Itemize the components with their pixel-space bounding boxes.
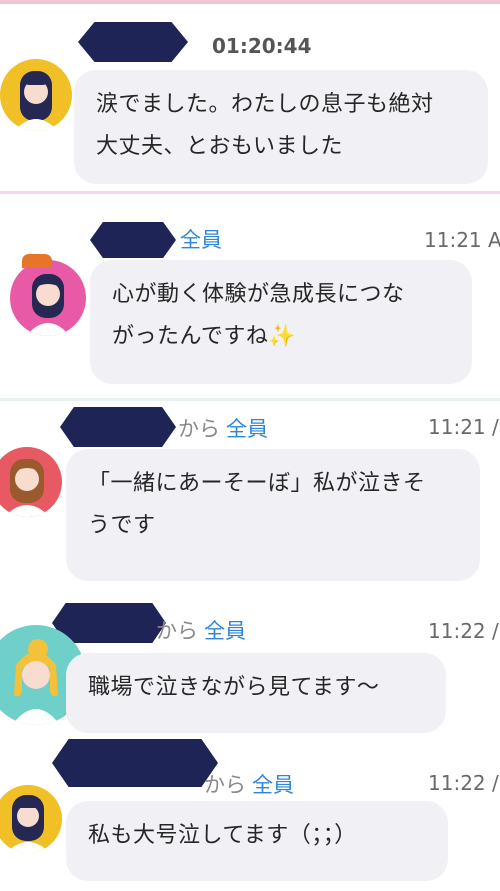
sparkles-icon: ✨ bbox=[268, 324, 297, 349]
avatar[interactable] bbox=[0, 785, 62, 853]
recipient-link[interactable]: 全員 bbox=[252, 773, 294, 797]
message-text-line: がったんですね bbox=[112, 324, 269, 349]
message-header: 全員 bbox=[174, 224, 222, 254]
message-text-line: 大丈夫、とおもいました bbox=[96, 134, 344, 159]
redacted-sender-name bbox=[60, 407, 176, 447]
message-text-line: 心が動く体験が急成長につな bbox=[112, 282, 405, 307]
message-header: から 全員 bbox=[204, 769, 294, 799]
from-label: から bbox=[204, 773, 246, 797]
avatar-face-icon bbox=[6, 795, 50, 853]
message-bubble: 涙でました。わたしの息子も絶対 大丈夫、とおもいました bbox=[74, 70, 488, 184]
message-text-line: 職場で泣きながら見てます～ bbox=[88, 675, 380, 700]
avatar-face-icon bbox=[26, 274, 70, 336]
message-header: から 全員 bbox=[156, 615, 246, 645]
redacted-sender-name bbox=[78, 22, 188, 62]
recipient-link[interactable]: 全員 bbox=[226, 417, 268, 441]
avatar-face-icon bbox=[14, 71, 58, 131]
message-bubble: 職場で泣きながら見てます～ bbox=[66, 653, 446, 733]
message-timestamp: 11:21 / bbox=[428, 415, 499, 439]
message-timestamp: 01:20:44 bbox=[212, 34, 312, 58]
avatar-badge bbox=[22, 254, 52, 268]
avatar[interactable] bbox=[10, 260, 86, 336]
message-text-line: うです bbox=[88, 513, 156, 538]
message-header: から 全員 bbox=[178, 413, 268, 443]
avatar[interactable] bbox=[0, 447, 62, 517]
message-text-line: 「一緒にあーそーぼ」私が泣きそ bbox=[88, 471, 426, 496]
chat-panel-2: 全員 11:21 A 心が動く体験が急成長につな がったんですね✨ bbox=[0, 191, 500, 400]
avatar-face-icon bbox=[4, 459, 50, 517]
redacted-sender-name bbox=[90, 222, 176, 258]
message-timestamp: 11:22 / bbox=[428, 771, 499, 795]
redacted-sender-name bbox=[52, 739, 218, 787]
chat-panel-1: 01:20:44 涙でました。わたしの息子も絶対 大丈夫、とおもいました bbox=[0, 0, 500, 192]
message-bubble: 心が動く体験が急成長につな がったんですね✨ bbox=[90, 260, 472, 384]
message-bubble: 私も大号泣してます（；；） bbox=[66, 801, 448, 881]
recipient-link[interactable]: 全員 bbox=[180, 228, 222, 252]
message-timestamp: 11:22 / bbox=[428, 619, 499, 643]
avatar[interactable] bbox=[0, 59, 72, 131]
message-text-line: 涙でました。わたしの息子も絶対 bbox=[96, 92, 434, 117]
chat-panel-3: から 全員 11:21 / 「一緒にあーそーぼ」私が泣きそ うです から 全員 11… bbox=[0, 398, 500, 891]
from-label: から bbox=[156, 619, 198, 643]
message-text-line: 私も大号泣してます（；；） bbox=[88, 823, 357, 848]
from-label: から bbox=[178, 417, 220, 441]
message-bubble: 「一緒にあーそーぼ」私が泣きそ うです bbox=[66, 449, 480, 581]
message-timestamp: 11:21 A bbox=[424, 228, 500, 252]
recipient-link[interactable]: 全員 bbox=[204, 619, 246, 643]
